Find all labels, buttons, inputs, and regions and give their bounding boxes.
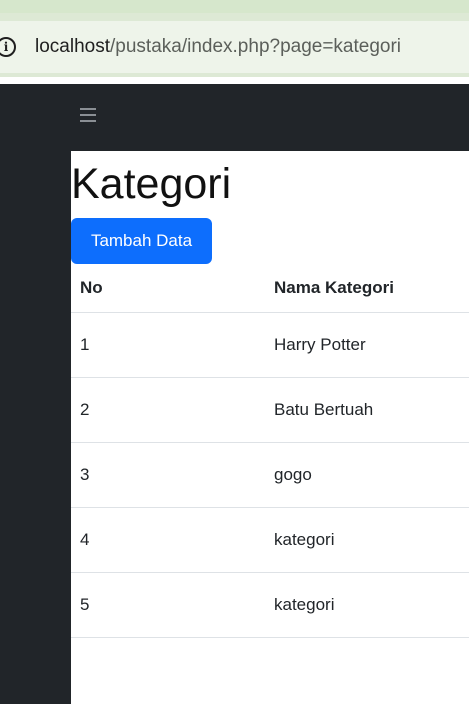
cell-category-name: gogo xyxy=(274,442,469,508)
browser-top-strip xyxy=(0,0,469,13)
cell-category-name: Batu Bertuah xyxy=(274,377,469,443)
url-text[interactable]: localhost/pustaka/index.php?page=kategor… xyxy=(35,36,401,58)
table-row: 2 Batu Bertuah xyxy=(71,377,469,443)
add-data-button[interactable]: Tambah Data xyxy=(71,218,212,264)
table-row: 1 Harry Potter xyxy=(71,312,469,378)
cell-no: 2 xyxy=(71,377,274,443)
table-row: 5 kategori xyxy=(71,572,469,638)
address-bar: i localhost/pustaka/index.php?page=kateg… xyxy=(0,13,469,77)
url-host: localhost xyxy=(35,36,110,57)
page-title: Kategori xyxy=(71,160,232,208)
cell-category-name: Harry Potter xyxy=(274,312,469,378)
table-row: 3 gogo xyxy=(71,442,469,508)
info-icon[interactable]: i xyxy=(0,37,16,57)
cell-category-name: kategori xyxy=(274,507,469,573)
cell-category-name: kategori xyxy=(274,572,469,638)
hamburger-icon[interactable] xyxy=(80,108,96,122)
cell-no: 3 xyxy=(71,442,274,508)
cell-no: 5 xyxy=(71,572,274,638)
cell-no: 1 xyxy=(71,312,274,378)
sidebar xyxy=(0,151,71,704)
header-category-name: Nama Kategori xyxy=(274,264,469,313)
header-no: No xyxy=(71,264,274,313)
url-path: /pustaka/index.php?page=kategori xyxy=(110,36,402,57)
category-table: No Nama Kategori 1 Harry Potter 2 Batu B… xyxy=(71,264,469,638)
main-content: Kategori Tambah Data No Nama Kategori 1 … xyxy=(71,151,469,704)
table-header-row: No Nama Kategori xyxy=(71,264,469,313)
cell-no: 4 xyxy=(71,507,274,573)
table-row: 4 kategori xyxy=(71,507,469,573)
url-field[interactable]: i localhost/pustaka/index.php?page=kateg… xyxy=(0,21,469,73)
top-navbar xyxy=(0,84,469,151)
